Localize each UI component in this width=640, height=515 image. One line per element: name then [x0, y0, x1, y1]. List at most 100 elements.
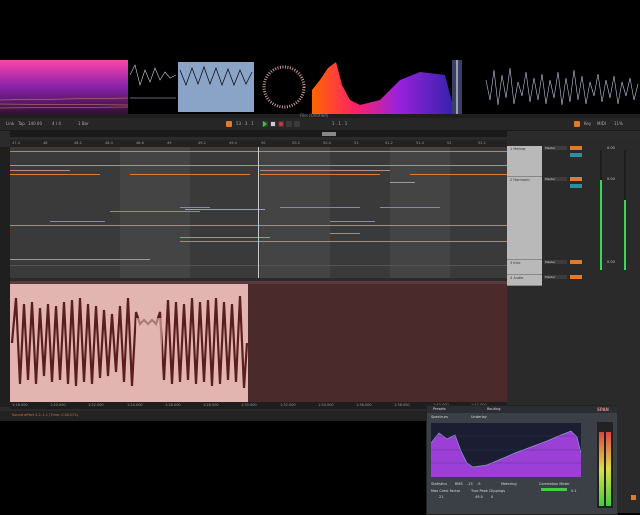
track-3-output[interactable]: Master: [544, 260, 567, 264]
track-3-activator[interactable]: [570, 260, 582, 264]
track-2-output[interactable]: Master: [544, 177, 567, 181]
session-record-icon[interactable]: [294, 121, 300, 127]
beat-tick-label: 48.6: [136, 141, 144, 145]
beat-tick-label: 52: [447, 141, 452, 145]
rms-value: -15: [467, 482, 473, 486]
record-icon[interactable]: [278, 121, 284, 127]
track-1-output[interactable]: Master: [544, 146, 567, 150]
span-plugin-window[interactable]: Presets Routing SPAN Spectrum Underlay S…: [426, 405, 618, 515]
track-4-output[interactable]: Master: [544, 275, 567, 279]
rms-label: RMS: [455, 482, 463, 486]
track-2-activator[interactable]: [570, 177, 582, 181]
time-tick-label: 1:22.000: [88, 403, 104, 407]
midi-note[interactable]: [260, 174, 380, 175]
beat-tick-label: 52.2: [478, 141, 486, 145]
link-button[interactable]: Link: [6, 121, 14, 127]
daw-window: File: [Untitled] Link Tap 140.00 4 / 4 1…: [0, 113, 640, 515]
beat-tick-label: 48: [43, 141, 48, 145]
presets-menu[interactable]: Presets: [433, 407, 446, 411]
midi-note[interactable]: [180, 241, 507, 242]
spectrum-display: [431, 423, 581, 477]
midi-note[interactable]: [110, 211, 200, 212]
arrangement-record-button[interactable]: [226, 121, 232, 127]
master-strip: [617, 405, 640, 513]
plugin-level-meters: [597, 422, 613, 508]
position-display: 53 . 3 . 1: [236, 121, 254, 126]
overview-handle[interactable]: [322, 132, 336, 136]
midi-note[interactable]: [380, 207, 440, 208]
track-header-2[interactable]: 2 Harmonic: [507, 177, 542, 260]
time-tick-label: 1:26.000: [165, 403, 181, 407]
routing-menu[interactable]: Routing: [487, 407, 500, 411]
midi-note[interactable]: [10, 174, 100, 175]
midi-note[interactable]: [260, 170, 390, 171]
master-activator[interactable]: [631, 495, 636, 500]
overview-bar[interactable]: [10, 131, 507, 137]
metering-label: Metering: [501, 482, 517, 486]
statistics-label: Statistics: [431, 482, 447, 486]
beat-tick-label: 50.4: [323, 141, 331, 145]
time-tick-label: 1:20.000: [50, 403, 66, 407]
beat-tick-label: 51.2: [385, 141, 393, 145]
track-header-3[interactable]: 3 Kick: [507, 260, 542, 275]
statistics-panel: Statistics RMS -15 -9 Metering Correlati…: [431, 482, 591, 510]
key-label: Key: [584, 121, 592, 126]
oscilloscope-panel: [129, 64, 177, 99]
track-1-activator[interactable]: [570, 146, 582, 150]
correlation-meter: [541, 488, 567, 491]
time-tick-label: 1:34.000: [318, 403, 334, 407]
overdub-icon[interactable]: [286, 121, 292, 127]
quantize-menu[interactable]: 1 Bar: [78, 121, 89, 127]
underlay-label[interactable]: Underlay: [471, 415, 487, 419]
midi-note[interactable]: [330, 221, 375, 222]
midi-note[interactable]: [180, 237, 270, 238]
session-mixer: 1 Mellow 2 Harmonic 3 Kick 4 Audio Maste…: [507, 140, 640, 408]
beat-tick-label: 47.4: [12, 141, 20, 145]
beat-tick-label: 51: [354, 141, 359, 145]
tap-button[interactable]: Tap: [18, 121, 25, 127]
midi-note[interactable]: [130, 174, 250, 175]
midi-clip-area[interactable]: [10, 147, 507, 278]
midi-note[interactable]: [410, 174, 507, 175]
time-tick-label: 1:28.000: [203, 403, 219, 407]
track-header-4[interactable]: 4 Audio: [507, 275, 542, 286]
audio-clip[interactable]: [10, 281, 507, 402]
beat-tick-label: 51.4: [416, 141, 424, 145]
time-tick-label: 1:32.000: [280, 403, 296, 407]
midi-note[interactable]: [390, 182, 415, 183]
track-2-solo[interactable]: [570, 184, 582, 188]
midi-note[interactable]: [280, 207, 360, 208]
midi-note[interactable]: [10, 259, 150, 260]
play-icon[interactable]: [262, 121, 268, 127]
track-2-volume[interactable]: 0.00: [607, 177, 615, 181]
key-map-button[interactable]: [574, 121, 580, 127]
status-text: Sound effect 4-1-1-1 (Time: 0:00.071): [12, 413, 79, 417]
rms-value-2: -9: [477, 482, 481, 486]
beat-tick-label: 49: [167, 141, 172, 145]
time-signature-field[interactable]: 4 / 4: [52, 121, 61, 127]
time-tick-label: 1:36.000: [356, 403, 372, 407]
track-4-activator[interactable]: [570, 275, 582, 279]
mode-label[interactable]: Spectrum: [431, 415, 448, 419]
track-header-1[interactable]: 1 Mellow: [507, 146, 542, 177]
midi-note[interactable]: [330, 233, 360, 234]
goniometer-panel: [262, 65, 306, 109]
loop-position: 1 . 1 . 1: [332, 121, 348, 126]
track-3-volume[interactable]: 0.00: [607, 260, 615, 264]
midi-note[interactable]: [50, 221, 105, 222]
beat-ruler[interactable]: 47.4 48 48.2 48.4 48.6 49 49.2 49.4 50 50.2 50.4 51…: [10, 140, 507, 147]
midi-note[interactable]: [10, 170, 70, 171]
correlation-value: 0.1: [571, 489, 577, 493]
time-tick-label: 1:24.000: [127, 403, 143, 407]
beat-tick-label: 49.2: [198, 141, 206, 145]
time-tick-label: 1:30.000: [241, 403, 257, 407]
tempo-field[interactable]: 140.00: [28, 121, 42, 127]
midi-note[interactable]: [180, 207, 210, 208]
stop-icon[interactable]: [270, 121, 276, 127]
cpu-meter: 11%: [614, 121, 623, 126]
track-1-solo[interactable]: [570, 153, 582, 157]
beat-tick-label: 50: [261, 141, 266, 145]
track-1-volume[interactable]: 0.00: [607, 146, 615, 150]
playhead: [258, 147, 259, 278]
midi-note[interactable]: [185, 209, 265, 210]
